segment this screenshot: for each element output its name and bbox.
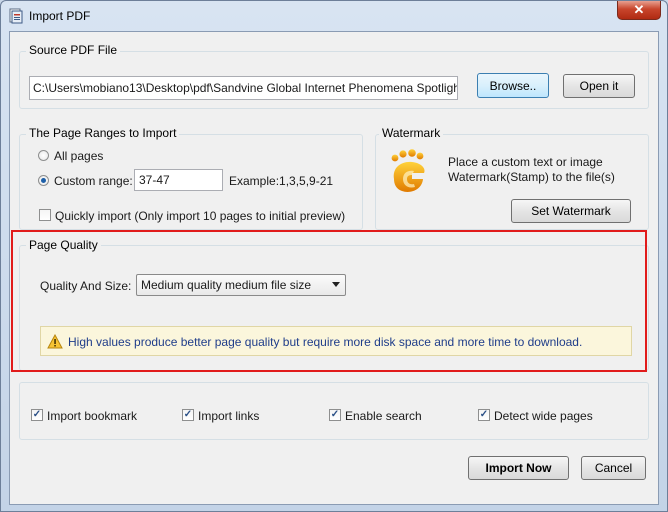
import-now-button[interactable]: Import Now: [468, 456, 569, 480]
watermark-group-title: Watermark: [379, 126, 444, 140]
source-path-field[interactable]: C:\Users\mobiano13\Desktop\pdf\Sandvine …: [29, 76, 458, 100]
import-pdf-window: Import PDF ✕ Source PDF File C:\Users\mo…: [0, 0, 668, 512]
browse-button-label: Browse..: [489, 78, 537, 93]
enable-search-checkbox[interactable]: ✓: [329, 409, 341, 421]
check-mark-icon: ✓: [479, 409, 489, 420]
highlight-annotation: [11, 230, 647, 372]
import-links-label[interactable]: Import links: [198, 409, 259, 423]
window-title: Import PDF: [29, 9, 91, 23]
set-watermark-button[interactable]: Set Watermark: [511, 199, 631, 223]
app-icon: [9, 8, 23, 24]
open-it-button-label: Open it: [579, 79, 619, 93]
quick-import-checkbox[interactable]: [39, 209, 51, 221]
custom-range-radio[interactable]: [38, 175, 49, 186]
title-bar[interactable]: Import PDF ✕: [1, 1, 667, 31]
check-mark-icon: ✓: [183, 409, 193, 420]
import-bookmark-checkbox[interactable]: ✓: [31, 409, 43, 421]
custom-range-label[interactable]: Custom range:: [54, 174, 133, 188]
dialog-body: Source PDF File C:\Users\mobiano13\Deskt…: [9, 31, 659, 505]
all-pages-label[interactable]: All pages: [54, 149, 103, 163]
browse-button[interactable]: Browse..: [477, 73, 549, 98]
enable-search-label[interactable]: Enable search: [345, 409, 422, 423]
set-watermark-button-label: Set Watermark: [531, 204, 611, 218]
open-it-button[interactable]: Open it: [563, 74, 635, 98]
all-pages-radio[interactable]: [38, 150, 49, 161]
import-now-button-label: Import Now: [485, 461, 552, 475]
range-example-text: Example:1,3,5,9-21: [229, 174, 334, 188]
footprint-logo-icon: [391, 149, 425, 192]
page-ranges-group-title: The Page Ranges to Import: [26, 126, 180, 140]
detect-wide-pages-checkbox[interactable]: ✓: [478, 409, 490, 421]
watermark-description: Place a custom text or image Watermark(S…: [448, 155, 615, 184]
check-mark-icon: ✓: [330, 409, 340, 420]
close-icon: ✕: [633, 2, 645, 17]
detect-wide-pages-label[interactable]: Detect wide pages: [494, 409, 593, 423]
import-links-checkbox[interactable]: ✓: [182, 409, 194, 421]
import-bookmark-label[interactable]: Import bookmark: [47, 409, 137, 423]
source-pdf-group-title: Source PDF File: [26, 43, 121, 57]
custom-range-input[interactable]: 37-47: [134, 169, 223, 191]
quick-import-label[interactable]: Quickly import (Only import 10 pages to …: [55, 209, 345, 223]
close-button[interactable]: ✕: [617, 1, 661, 20]
cancel-button[interactable]: Cancel: [581, 456, 646, 480]
cancel-button-label: Cancel: [594, 461, 633, 475]
check-mark-icon: ✓: [32, 409, 42, 420]
